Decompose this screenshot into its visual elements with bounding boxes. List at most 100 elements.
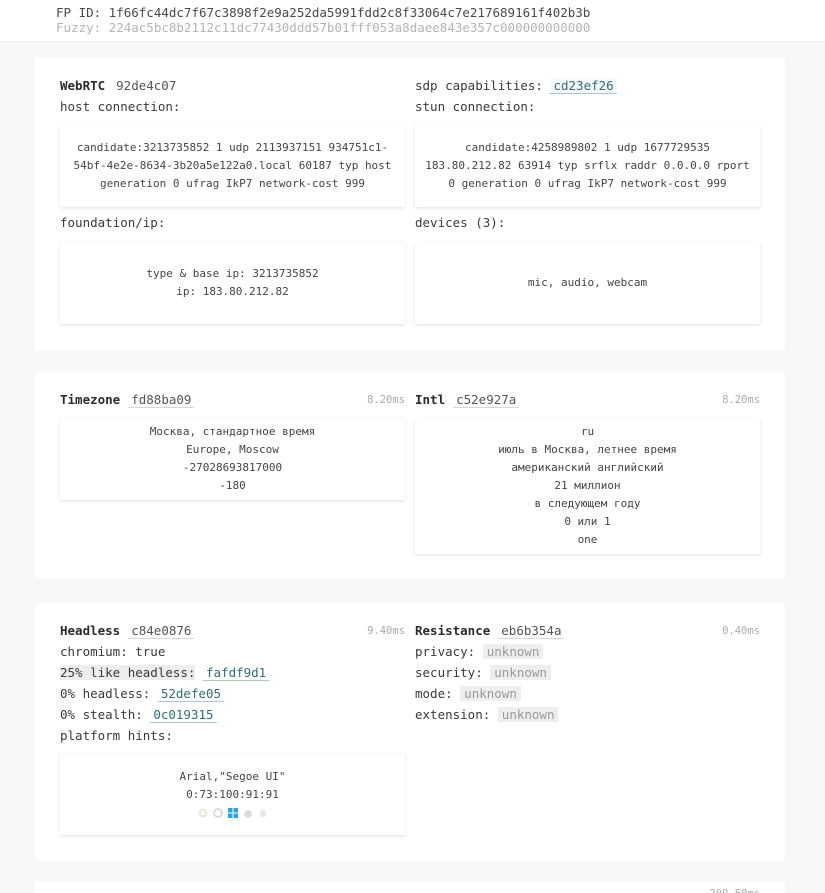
webrtc-right-column: sdp capabilities: cd23ef26 stun connecti… [415,58,760,348]
privacy-label: privacy: [415,644,476,659]
webrtc-card: WebRTC 92de4c07 host connection: candidat… [35,58,785,350]
host-connection-box: candidate:3213735852 1 udp 2113937151 93… [60,125,405,207]
timezone-line: -27028693817000 [182,461,283,474]
devices-label: devices (3): [415,215,506,230]
stealth-row: 0% stealth: 0c019315 [60,706,217,724]
linux-icon [259,809,266,818]
headless-heading: Headless c84e0876 9.40ms [60,622,405,640]
headless-label: 0% headless: [60,686,151,701]
headless-column: Headless c84e0876 9.40ms chromium: true 2… [60,603,405,853]
extension-row: extension: unknown [415,706,559,724]
foundation-box: type & base ip: 3213735852 ip: 183.80.21… [60,242,405,324]
intl-heading: Intl c52e927a 8.20ms [415,391,760,409]
next-card: 209.50ms [35,882,785,893]
stun-line: 0 generation 0 ufrag IkP7 network-cost 9… [448,177,727,190]
sdp-capabilities: sdp capabilities: cd23ef26 [415,77,617,95]
platform-hints-box: Arial,"Segoe UI" 0:73:100:91:91 [60,753,405,835]
fingerprint-header: FP ID: 1f66fc44dc7f67c3898f2e9a252da5991… [0,0,825,42]
resistance-column: Resistance eb6b354a 0.40ms privacy: unkno… [415,603,760,853]
stun-line: 183.80.212.82 63914 typ srflx raddr 0.0.… [425,159,750,172]
webrtc-hash[interactable]: 92de4c07 [113,78,179,93]
host-connection-label: host connection: [60,99,181,114]
intl-time: 8.20ms [722,394,760,406]
like-headless-label: 25% like headless: [60,665,196,680]
resistance-title: Resistance [415,623,491,638]
windows-icon [227,808,238,818]
stun-connection-box: candidate:4258989802 1 udp 1677729535 18… [415,125,760,207]
foundation-line: type & base ip: 3213735852 [146,267,319,280]
gear-icon [212,808,223,818]
sdp-hash-link[interactable]: cd23ef26 [550,78,617,94]
host-line: generation 0 ufrag IkP7 network-cost 999 [100,177,365,190]
intl-line: 21 миллион [554,479,621,492]
timezone-line: Europe, Moscow [186,443,279,456]
stun-connection-label: stun connection: [415,99,536,114]
headless-hash[interactable]: c84e0876 [128,623,195,639]
intl-line: в следующем году [534,497,641,510]
headless-resistance-card: Headless c84e0876 9.40ms chromium: true 2… [35,603,785,861]
chromium-status: chromium: true [60,644,166,659]
stealth-label: 0% stealth: [60,707,143,722]
intl-line: ru [580,425,595,438]
hints-line: Arial,"Segoe UI" [179,770,286,783]
stun-line: candidate:4258989802 1 udp 1677729535 [464,141,711,154]
stealth-hash-link[interactable]: 0c019315 [150,707,217,723]
next-card-column: 209.50ms [415,882,760,893]
next-card-time: 209.50ms [709,885,760,893]
privacy-value: unknown [482,644,544,659]
timezone-line: Москва, стандартное время [149,425,316,438]
resistance-hash[interactable]: eb6b354a [498,623,565,639]
timezone-column: Timezone fd88ba09 8.20ms Москва, стандарт… [60,372,405,572]
timezone-title: Timezone [60,392,121,407]
intl-line: one [577,533,598,546]
host-line: 54bf-4e2e-8634-3b20a5e122a0.local 60187 … [73,159,392,172]
privacy-row: privacy: unknown [415,643,544,661]
devices-box: mic, audio, webcam [415,242,760,324]
mode-value: unknown [460,686,521,701]
timezone-time: 8.20ms [367,394,405,406]
timezone-hash[interactable]: fd88ba09 [128,392,195,408]
like-headless-hash[interactable]: fafdf9d1 [203,665,270,681]
mode-row: mode: unknown [415,685,521,703]
security-row: security: unknown [415,664,551,682]
intl-hash[interactable]: c52e927a [453,392,520,408]
intl-box: ru июль в Москва, летнее время американс… [415,418,760,554]
headless-time: 9.40ms [367,625,405,637]
intl-title: Intl [415,392,446,407]
host-line: candidate:3213735852 1 udp 2113937151 93… [76,141,389,154]
headless-row: 0% headless: 52defe05 [60,685,225,703]
fp-id: FP ID: 1f66fc44dc7f67c3898f2e9a252da5991… [56,5,591,20]
security-label: security: [415,665,483,680]
timezone-heading: Timezone fd88ba09 8.20ms [60,391,405,409]
apple-icon [243,810,252,818]
headless-title: Headless [60,623,121,638]
mode-label: mode: [415,686,453,701]
timezone-box: Москва, стандартное время Europe, Moscow… [60,418,405,500]
platform-hints-label: platform hints: [60,728,173,743]
like-headless-row: 25% like headless: fafdf9d1 [60,664,270,682]
fuzzy-hash: Fuzzy: 224ac5bc8b2112c11dc77430ddd57b01f… [56,20,591,35]
intl-line: июль в Москва, летнее время [498,443,677,456]
foundation-label: foundation/ip: [60,215,166,230]
intl-line: американский английский [511,461,664,474]
hints-line: 0:73:100:91:91 [186,788,279,801]
chrome-icon [198,808,207,818]
webrtc-heading: WebRTC 92de4c07 [60,77,179,95]
foundation-line: ip: 183.80.212.82 [176,285,289,298]
resistance-time: 0.40ms [722,625,760,637]
intl-line: 0 или 1 [564,515,611,528]
webrtc-title: WebRTC [60,78,106,93]
headless-hash-link[interactable]: 52defe05 [157,686,225,702]
timezone-line: -180 [219,479,246,492]
security-value: unknown [490,665,551,680]
intl-column: Intl c52e927a 8.20ms ru июль в Москва, ле… [415,372,760,572]
devices-value: mic, audio, webcam [527,276,648,289]
extension-value: unknown [497,707,559,722]
sdp-label: sdp capabilities: [415,78,543,93]
webrtc-left-column: WebRTC 92de4c07 host connection: candidat… [60,58,405,348]
platform-icons [198,806,268,820]
resistance-heading: Resistance eb6b354a 0.40ms [415,622,760,640]
timezone-intl-card: Timezone fd88ba09 8.20ms Москва, стандарт… [35,372,785,578]
extension-label: extension: [415,707,491,722]
next-card-heading: 209.50ms [415,885,760,893]
